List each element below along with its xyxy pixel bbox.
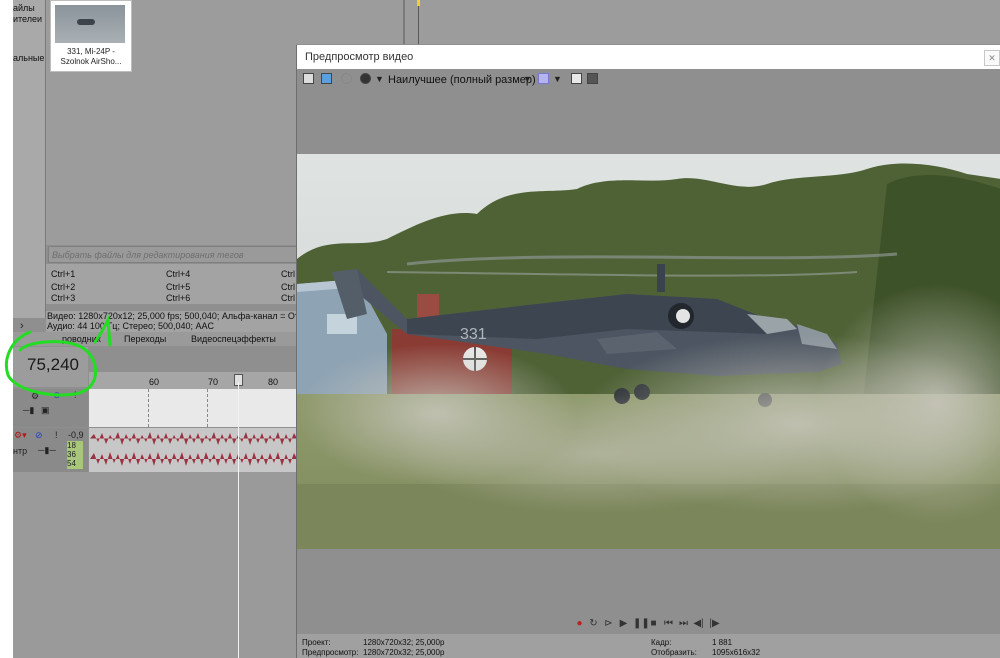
thumbnail-helicopter	[77, 19, 95, 25]
tab-video-fx[interactable]: Видеоспецэффекты	[191, 333, 276, 345]
thumbnail-caption: 331, Mi-24P - Szolnok AirSho...	[51, 47, 131, 67]
cursor-marker	[417, 0, 420, 6]
overlays-icon[interactable]	[538, 73, 549, 84]
save-snapshot-icon[interactable]	[587, 73, 598, 84]
close-button[interactable]: ✕	[984, 50, 1000, 66]
play-icon[interactable]: ▶	[618, 618, 629, 629]
project-value: 1280x720x32; 25,000p	[363, 638, 445, 647]
timeline-ruler[interactable]: 60 70 80	[89, 372, 297, 390]
external-monitor-icon[interactable]	[321, 73, 332, 84]
preview-label: Предпросмотр:	[302, 648, 359, 657]
shortcut-label: Ctrl+4	[166, 269, 191, 279]
playhead-line	[238, 382, 239, 658]
thumbnail-caption-line1: 331, Mi-24P -	[67, 47, 115, 56]
frame-label: Кадр:	[651, 638, 672, 647]
thumbnail-caption-line2: Szolnok AirSho...	[60, 57, 122, 66]
explorer-sidebar: айлы ителеи альные	[13, 0, 46, 318]
audio-waveform-right	[90, 452, 297, 466]
sidebar-item-files[interactable]: айлы	[13, 3, 35, 13]
helicopter-number: 331	[460, 326, 487, 343]
project-label: Проект:	[302, 638, 331, 647]
sidebar-item-optional[interactable]: альные	[13, 53, 44, 63]
marker-line	[148, 389, 149, 427]
loop-icon[interactable]: ↻	[588, 618, 599, 629]
pause-icon[interactable]: ❚❚	[633, 618, 650, 629]
level-meter: 18 36 54	[67, 441, 83, 469]
go-to-end-icon[interactable]: ⏭	[678, 618, 689, 629]
fx-bypass-icon[interactable]	[360, 73, 371, 84]
pan-label: нтр	[13, 446, 28, 456]
next-frame-icon[interactable]: |▶	[709, 618, 720, 629]
properties-icon[interactable]	[303, 73, 314, 84]
video-preview-window: Предпросмотр видео ✕ ▼ Наилучшее (полный…	[296, 45, 1000, 658]
stop-icon[interactable]: ■	[648, 618, 659, 629]
record-icon[interactable]: ●	[574, 618, 585, 629]
split-screen-icon[interactable]	[341, 73, 352, 84]
splitter[interactable]	[403, 0, 405, 44]
video-frame[interactable]: 331	[297, 154, 1000, 549]
video-frame-image: 331	[297, 154, 1000, 549]
solo-icon[interactable]: !	[55, 430, 58, 440]
shortcut-label: Ctrl+1	[51, 269, 76, 279]
marker-line	[207, 389, 208, 427]
media-thumbnail[interactable]: 331, Mi-24P - Szolnok AirSho...	[50, 0, 132, 72]
ruler-tick: 60	[149, 377, 160, 387]
chevron-down-icon[interactable]: ▼	[375, 74, 384, 84]
gear-icon[interactable]: ⚙▾	[14, 430, 27, 441]
volume-value: -0,9	[68, 430, 84, 440]
pan-slider[interactable]: ─▮─	[38, 445, 56, 456]
preview-titlebar[interactable]: Предпросмотр видео ✕	[297, 45, 1000, 69]
preview-toolbar: ▼ Наилучшее (полный размер) ▼ ▼	[297, 70, 1000, 92]
annotation-circle	[5, 314, 112, 397]
shortcut-label: Ctrl	[281, 269, 295, 279]
play-from-start-icon[interactable]: ⊳	[603, 618, 614, 629]
preview-title: Предпросмотр видео	[305, 51, 414, 63]
display-value: 1095x616x32	[712, 648, 761, 657]
tag-search-input[interactable]: Выбрать файлы для редактирования тегов	[48, 246, 298, 263]
copy-snapshot-icon[interactable]	[571, 73, 582, 84]
tab-transitions[interactable]: Переходы	[124, 333, 166, 345]
shortcut-label: Ctrl	[281, 293, 295, 303]
meter-value: 54	[67, 459, 76, 468]
shortcut-label: Ctrl+5	[166, 282, 191, 292]
trimmer-area	[296, 0, 1000, 44]
audio-waveform-left	[90, 432, 297, 445]
display-label: Отобразить:	[651, 648, 697, 657]
chevron-down-icon[interactable]: ▼	[523, 74, 532, 84]
meter-value: 18	[67, 441, 76, 450]
ruler-tick: 70	[208, 377, 219, 387]
ruler-tick: 80	[268, 377, 279, 387]
preview-quality-select[interactable]: Наилучшее (полный размер)	[388, 74, 536, 86]
preview-status: Проект: 1280x720x32; 25,000p Предпросмот…	[297, 634, 1000, 658]
frame-value: 1 881	[712, 638, 733, 647]
cursor-line	[418, 0, 419, 44]
timeline-empty-area[interactable]	[13, 472, 297, 658]
chevron-down-icon[interactable]: ▼	[553, 74, 562, 84]
video-track-lane[interactable]	[89, 389, 297, 427]
mute-icon[interactable]: ⊘	[35, 430, 43, 441]
meter-value: 36	[67, 450, 76, 459]
shortcut-label: Ctrl+6	[166, 293, 191, 303]
sidebar-item-viewers[interactable]: ителеи	[13, 14, 42, 24]
shortcut-label: Ctrl	[281, 282, 295, 292]
previous-frame-icon[interactable]: ◀|	[693, 618, 704, 629]
preview-value: 1280x720x32; 25,000p	[363, 648, 445, 657]
go-to-start-icon[interactable]: ⏮	[663, 618, 674, 629]
